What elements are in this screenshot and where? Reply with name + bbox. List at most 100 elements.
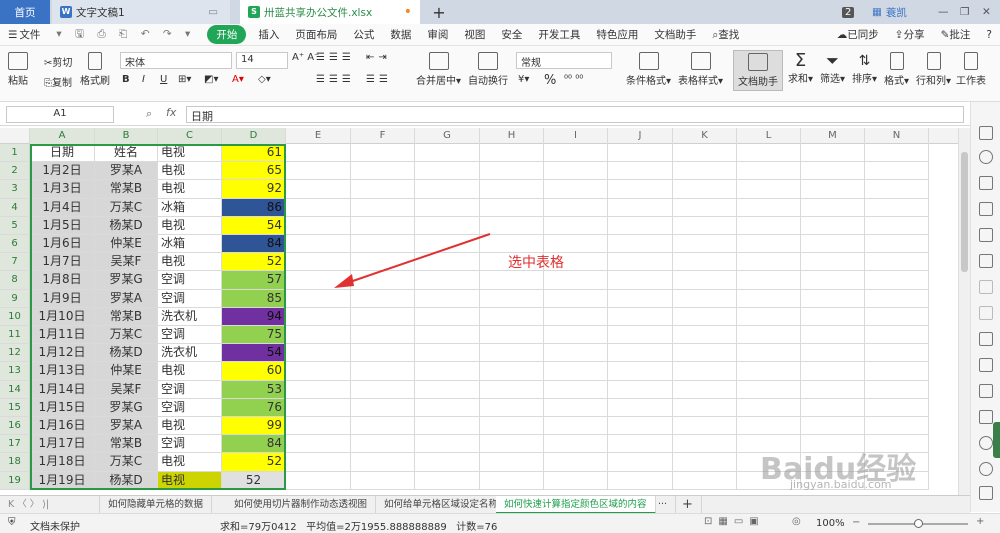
- column-header[interactable]: H: [480, 128, 544, 144]
- row-header[interactable]: 4: [0, 198, 30, 217]
- empty-cell[interactable]: [286, 453, 351, 472]
- row-header[interactable]: 14: [0, 380, 30, 399]
- empty-cell[interactable]: [673, 326, 737, 345]
- sheet-tab-1[interactable]: 如何隐藏单元格的数据: [100, 496, 213, 514]
- share-button[interactable]: ⇪分享: [887, 27, 933, 42]
- empty-cell[interactable]: [480, 198, 544, 217]
- empty-cell[interactable]: [673, 344, 737, 363]
- tab-home[interactable]: 首页: [0, 0, 50, 24]
- wrap-button[interactable]: 自动换行: [468, 52, 508, 87]
- empty-cell[interactable]: [608, 289, 673, 308]
- cell-A1[interactable]: 日期: [30, 144, 95, 163]
- empty-cell[interactable]: [737, 417, 801, 436]
- empty-cell[interactable]: [865, 398, 929, 417]
- cell-C9[interactable]: 空调: [158, 289, 222, 308]
- menu-formula[interactable]: 公式: [345, 27, 382, 42]
- doc-assist-button[interactable]: 文档助手: [733, 50, 783, 91]
- empty-cell[interactable]: [673, 144, 737, 163]
- empty-cell[interactable]: [673, 289, 737, 308]
- empty-cell[interactable]: [544, 307, 608, 326]
- empty-cell[interactable]: [351, 380, 415, 399]
- row-header[interactable]: 2: [0, 162, 30, 181]
- column-header[interactable]: E: [286, 128, 351, 144]
- empty-cell[interactable]: [480, 144, 544, 163]
- select-all-corner[interactable]: [0, 128, 30, 144]
- empty-cell[interactable]: [480, 162, 544, 181]
- menu-page-layout[interactable]: 页面布局: [287, 27, 345, 42]
- percent-button[interactable]: %: [544, 73, 556, 88]
- new-tab-button[interactable]: +: [428, 0, 450, 24]
- empty-cell[interactable]: [608, 435, 673, 454]
- empty-cell[interactable]: [865, 144, 929, 163]
- empty-cell[interactable]: [286, 362, 351, 381]
- empty-cell[interactable]: [351, 344, 415, 363]
- menu-insert[interactable]: 插入: [250, 27, 287, 42]
- empty-cell[interactable]: [865, 326, 929, 345]
- empty-cell[interactable]: [608, 162, 673, 181]
- empty-cell[interactable]: [801, 253, 865, 272]
- empty-cell[interactable]: [286, 417, 351, 436]
- decimal-icons[interactable]: ⁰⁰ ⁰⁰: [564, 74, 583, 85]
- side-panel-handle[interactable]: [993, 422, 1000, 458]
- menu-doc-assistant[interactable]: 文档助手: [646, 27, 704, 42]
- menu-start[interactable]: 开始: [207, 25, 247, 44]
- empty-cell[interactable]: [608, 417, 673, 436]
- cell-A19[interactable]: 1月19日: [30, 471, 95, 490]
- empty-cell[interactable]: [480, 471, 544, 490]
- cell-D12[interactable]: 54: [222, 344, 286, 363]
- fill-color-icon[interactable]: ◩▾: [204, 74, 218, 85]
- empty-cell[interactable]: [286, 398, 351, 417]
- column-header[interactable]: N: [865, 128, 929, 144]
- empty-cell[interactable]: [865, 198, 929, 217]
- empty-cell[interactable]: [351, 198, 415, 217]
- empty-cell[interactable]: [673, 198, 737, 217]
- empty-cell[interactable]: [415, 362, 480, 381]
- empty-cell[interactable]: [737, 344, 801, 363]
- empty-cell[interactable]: [544, 344, 608, 363]
- cell-D9[interactable]: 85: [222, 289, 286, 308]
- empty-cell[interactable]: [480, 307, 544, 326]
- empty-cell[interactable]: [865, 380, 929, 399]
- minimize-button[interactable]: —: [938, 0, 949, 24]
- empty-cell[interactable]: [351, 435, 415, 454]
- monitor-icon[interactable]: ▭: [208, 6, 218, 18]
- empty-cell[interactable]: [801, 417, 865, 436]
- empty-cell[interactable]: [673, 435, 737, 454]
- table-icon[interactable]: [979, 202, 993, 216]
- menu-review[interactable]: 审阅: [419, 27, 456, 42]
- empty-cell[interactable]: [351, 180, 415, 199]
- cell-C1[interactable]: 电视: [158, 144, 222, 163]
- sheet-nav-icons[interactable]: K 〈 〉 ⟩|: [0, 496, 100, 514]
- cell-D10[interactable]: 94: [222, 307, 286, 326]
- empty-cell[interactable]: [801, 362, 865, 381]
- empty-cell[interactable]: [673, 380, 737, 399]
- row-header[interactable]: 16: [0, 417, 30, 436]
- column-header[interactable]: B: [95, 128, 158, 144]
- empty-cell[interactable]: [608, 344, 673, 363]
- empty-cell[interactable]: [673, 417, 737, 436]
- cell-B13[interactable]: 仲某E: [95, 362, 158, 381]
- empty-cell[interactable]: [737, 398, 801, 417]
- empty-cell[interactable]: [608, 453, 673, 472]
- sheet-tab-active[interactable]: 如何快速计算指定颜色区域的内容: [496, 496, 656, 514]
- cell-B10[interactable]: 常某B: [95, 307, 158, 326]
- restore-button[interactable]: ❐: [960, 0, 969, 24]
- row-header[interactable]: 5: [0, 216, 30, 235]
- wrench-icon[interactable]: [979, 486, 993, 500]
- empty-cell[interactable]: [801, 326, 865, 345]
- empty-cell[interactable]: [480, 417, 544, 436]
- cell-B3[interactable]: 常某B: [95, 180, 158, 199]
- empty-cell[interactable]: [286, 435, 351, 454]
- formula-input[interactable]: 日期: [186, 106, 964, 123]
- row-header[interactable]: 19: [0, 471, 30, 490]
- cell-C6[interactable]: 冰箱: [158, 235, 222, 254]
- empty-cell[interactable]: [737, 326, 801, 345]
- image-icon[interactable]: [979, 410, 993, 424]
- menu-file[interactable]: 文件: [19, 27, 48, 42]
- worksheet-button[interactable]: 工作表: [956, 52, 986, 87]
- cell-A2[interactable]: 1月2日: [30, 162, 95, 181]
- rowcol-button[interactable]: 行和列▾: [916, 52, 951, 87]
- empty-cell[interactable]: [415, 198, 480, 217]
- cell-A7[interactable]: 1月7日: [30, 253, 95, 272]
- empty-cell[interactable]: [801, 289, 865, 308]
